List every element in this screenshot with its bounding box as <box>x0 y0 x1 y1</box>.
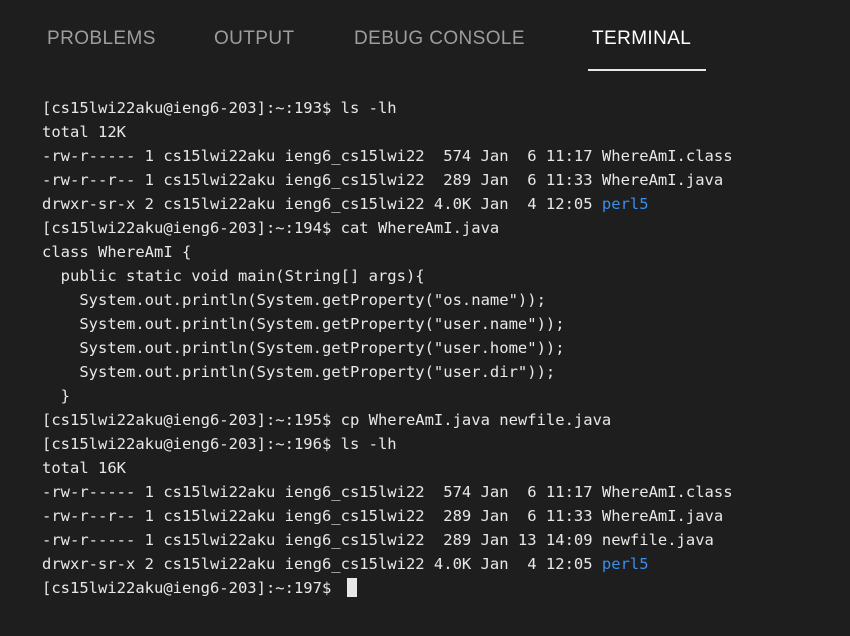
terminal-line: System.out.println(System.getProperty("u… <box>42 360 832 384</box>
terminal-line-text: -rw-r--r-- 1 cs15lwi22aku ieng6_cs15lwi2… <box>42 507 724 525</box>
terminal-prompt: [cs15lwi22aku@ieng6-203]:~:197$ <box>42 579 341 597</box>
terminal-line: drwxr-sr-x 2 cs15lwi22aku ieng6_cs15lwi2… <box>42 552 832 576</box>
terminal-line: [cs15lwi22aku@ieng6-203]:~:196$ ls -lh <box>42 432 832 456</box>
terminal-line-text: total 16K <box>42 459 126 477</box>
terminal-line: -rw-r----- 1 cs15lwi22aku ieng6_cs15lwi2… <box>42 528 832 552</box>
terminal-line: -rw-r--r-- 1 cs15lwi22aku ieng6_cs15lwi2… <box>42 504 832 528</box>
terminal-line: System.out.println(System.getProperty("u… <box>42 312 832 336</box>
terminal-line: -rw-r--r-- 1 cs15lwi22aku ieng6_cs15lwi2… <box>42 168 832 192</box>
terminal-line-text: [cs15lwi22aku@ieng6-203]:~:194$ cat Wher… <box>42 219 500 237</box>
terminal-line-text: [cs15lwi22aku@ieng6-203]:~:196$ ls -lh <box>42 435 397 453</box>
terminal-line-text: [cs15lwi22aku@ieng6-203]:~:193$ ls -lh <box>42 99 397 117</box>
terminal-line: total 16K <box>42 456 832 480</box>
terminal-line-text: -rw-r----- 1 cs15lwi22aku ieng6_cs15lwi2… <box>42 147 733 165</box>
terminal-line-text: class WhereAmI { <box>42 243 192 261</box>
terminal-line: System.out.println(System.getProperty("u… <box>42 336 832 360</box>
terminal-line: total 12K <box>42 120 832 144</box>
terminal-cursor <box>346 578 357 597</box>
active-tab-indicator <box>588 69 706 71</box>
terminal-line-text: -rw-r--r-- 1 cs15lwi22aku ieng6_cs15lwi2… <box>42 171 724 189</box>
terminal-line-text: System.out.println(System.getProperty("o… <box>42 291 546 309</box>
editor-top-strip <box>0 0 850 8</box>
terminal-line: System.out.println(System.getProperty("o… <box>42 288 832 312</box>
terminal-output[interactable]: [cs15lwi22aku@ieng6-203]:~:193$ ls -lh t… <box>42 96 832 616</box>
terminal-line-text: System.out.println(System.getProperty("u… <box>42 315 565 333</box>
terminal-line-text: public static void main(String[] args){ <box>42 267 425 285</box>
tab-terminal[interactable]: TERMINAL <box>592 28 691 50</box>
directory-name: perl5 <box>601 555 649 573</box>
terminal-line-text: System.out.println(System.getProperty("u… <box>42 339 565 357</box>
tab-output[interactable]: OUTPUT <box>214 28 295 50</box>
terminal-line: [cs15lwi22aku@ieng6-203]:~:195$ cp Where… <box>42 408 832 432</box>
panel-tab-bar: PROBLEMS OUTPUT DEBUG CONSOLE TERMINAL <box>0 8 850 74</box>
terminal-line-text: [cs15lwi22aku@ieng6-203]:~:195$ cp Where… <box>42 411 612 429</box>
terminal-line: [cs15lwi22aku@ieng6-203]:~:193$ ls -lh <box>42 96 832 120</box>
terminal-line: public static void main(String[] args){ <box>42 264 832 288</box>
terminal-line: } <box>42 384 832 408</box>
terminal-line-text: } <box>42 387 70 405</box>
terminal-line: [cs15lwi22aku@ieng6-203]:~:194$ cat Wher… <box>42 216 832 240</box>
terminal-prompt-line[interactable]: [cs15lwi22aku@ieng6-203]:~:197$ <box>42 576 832 600</box>
terminal-line: -rw-r----- 1 cs15lwi22aku ieng6_cs15lwi2… <box>42 480 832 504</box>
terminal-line-text: System.out.println(System.getProperty("u… <box>42 363 556 381</box>
terminal-line-text: drwxr-sr-x 2 cs15lwi22aku ieng6_cs15lwi2… <box>42 195 602 213</box>
terminal-line-text: -rw-r----- 1 cs15lwi22aku ieng6_cs15lwi2… <box>42 531 714 549</box>
terminal-line-text: -rw-r----- 1 cs15lwi22aku ieng6_cs15lwi2… <box>42 483 733 501</box>
terminal-line: drwxr-sr-x 2 cs15lwi22aku ieng6_cs15lwi2… <box>42 192 832 216</box>
tab-debug-console[interactable]: DEBUG CONSOLE <box>354 28 525 50</box>
terminal-line-text: total 12K <box>42 123 126 141</box>
directory-name: perl5 <box>601 195 649 213</box>
tab-problems[interactable]: PROBLEMS <box>47 28 156 50</box>
terminal-line: -rw-r----- 1 cs15lwi22aku ieng6_cs15lwi2… <box>42 144 832 168</box>
terminal-line: class WhereAmI { <box>42 240 832 264</box>
terminal-line-text: drwxr-sr-x 2 cs15lwi22aku ieng6_cs15lwi2… <box>42 555 602 573</box>
